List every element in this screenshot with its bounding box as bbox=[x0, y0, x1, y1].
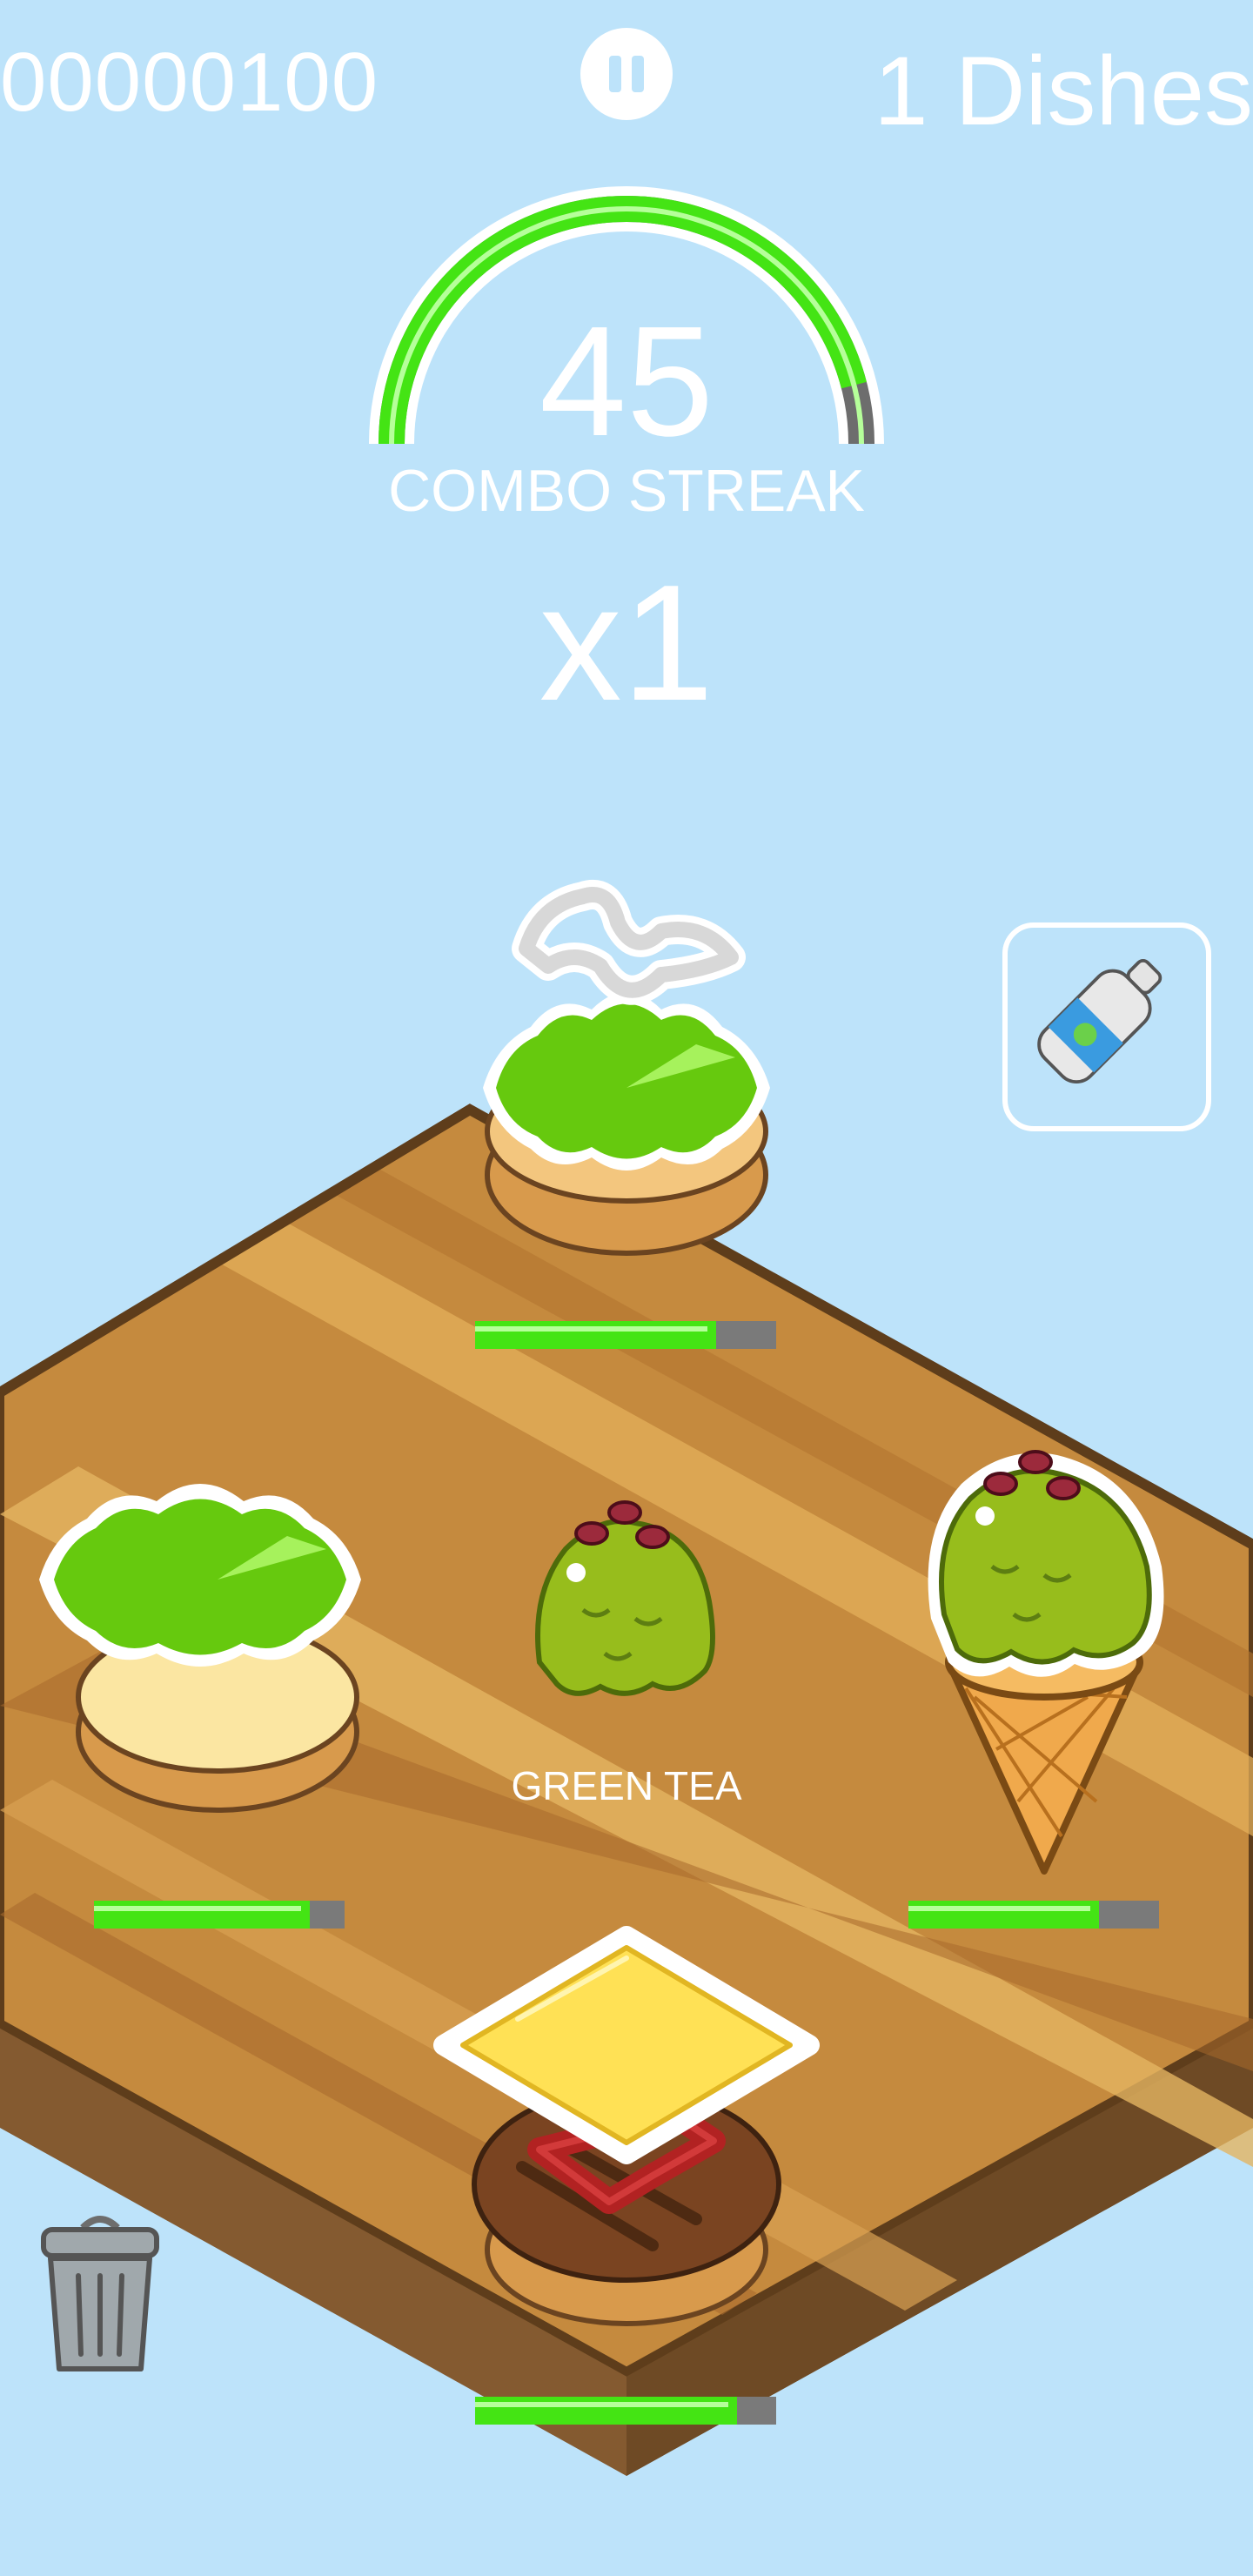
score-multiplier: x1 bbox=[539, 551, 714, 735]
station-left-burger[interactable] bbox=[35, 1471, 400, 1836]
station-bottom-timer bbox=[475, 2397, 776, 2425]
selected-food-label: GREEN TEA bbox=[511, 1763, 742, 1808]
dishes-label: Dishes bbox=[955, 37, 1253, 145]
score-display: 00000100 bbox=[0, 36, 379, 129]
station-right-cone[interactable] bbox=[914, 1436, 1175, 1888]
station-bottom-burger[interactable] bbox=[433, 1923, 820, 2332]
combo-streak-value: 45 bbox=[539, 294, 714, 469]
combo-streak-label: COMBO STREAK bbox=[388, 458, 865, 524]
pause-icon bbox=[604, 56, 649, 92]
station-top-timer bbox=[475, 1321, 776, 1349]
powerup-slot[interactable] bbox=[1002, 922, 1211, 1131]
dishes-counter: 1 Dishes bbox=[874, 35, 1253, 147]
dishes-count: 1 bbox=[874, 37, 928, 145]
station-top-burger[interactable] bbox=[444, 870, 809, 1271]
pause-button[interactable] bbox=[580, 28, 673, 120]
trash-can-icon[interactable] bbox=[35, 2210, 165, 2376]
station-right-timer bbox=[908, 1901, 1159, 1929]
salt-bottle-icon bbox=[1037, 958, 1163, 1084]
green-tea-scoop[interactable] bbox=[522, 1488, 731, 1706]
station-left-timer bbox=[94, 1901, 345, 1929]
